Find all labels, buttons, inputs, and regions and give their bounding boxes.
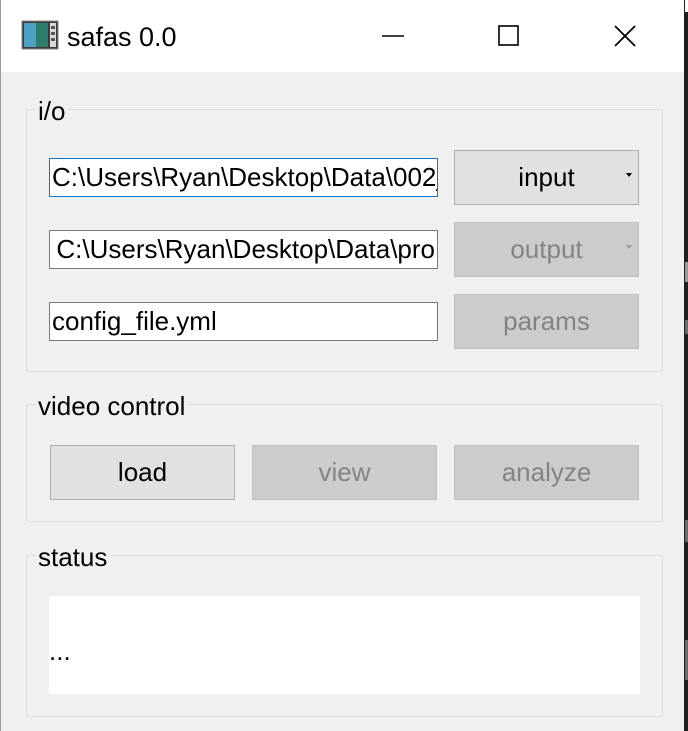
minimize-button[interactable]: [338, 0, 448, 72]
close-icon: [614, 25, 636, 47]
output-button[interactable]: output: [454, 222, 639, 277]
maximize-button[interactable]: [454, 0, 564, 72]
app-icon: [21, 20, 59, 50]
params-file-value: config_file.yml: [52, 306, 217, 336]
output-button-label: output: [510, 234, 583, 264]
maximize-icon: [498, 25, 519, 46]
title-bar[interactable]: safas 0.0: [1, 0, 684, 72]
status-text: ...: [49, 636, 71, 666]
input-path-field[interactable]: C:\Users\Ryan\Desktop\Data\002_RT2_01_DI…: [49, 158, 438, 197]
view-button[interactable]: view: [252, 445, 437, 500]
close-button[interactable]: [570, 0, 680, 72]
status-group-label: status: [35, 542, 111, 572]
io-group-label: i/o: [35, 96, 69, 126]
output-path-value: C:\Users\Ryan\Desktop\Data\pro: [56, 234, 435, 264]
input-path-value: C:\Users\Ryan\Desktop\Data\002_RT2_01_DI…: [52, 162, 437, 192]
view-button-label: view: [318, 457, 371, 487]
minimize-icon: [382, 35, 404, 37]
dropdown-arrow-icon: [626, 245, 632, 249]
load-button-label: load: [117, 457, 168, 487]
params-button-label: params: [503, 306, 590, 336]
analyze-button-label: analyze: [501, 457, 592, 487]
background-window-edge: [684, 0, 688, 731]
params-button[interactable]: params: [454, 294, 639, 349]
output-path-field[interactable]: C:\Users\Ryan\Desktop\Data\pro: [49, 230, 438, 269]
video-control-group-label: video control: [35, 391, 189, 421]
main-window: safas 0.0 i/o C:\Users\Ryan\Desktop\Data…: [0, 0, 684, 731]
analyze-button[interactable]: analyze: [454, 445, 639, 500]
input-button[interactable]: input: [454, 150, 639, 205]
window-title: safas 0.0: [67, 22, 177, 52]
status-display: ...: [49, 596, 640, 694]
input-button-label: input: [518, 162, 575, 192]
params-file-field[interactable]: config_file.yml: [49, 302, 438, 341]
dropdown-arrow-icon: [626, 173, 632, 177]
load-button[interactable]: load: [50, 445, 235, 500]
